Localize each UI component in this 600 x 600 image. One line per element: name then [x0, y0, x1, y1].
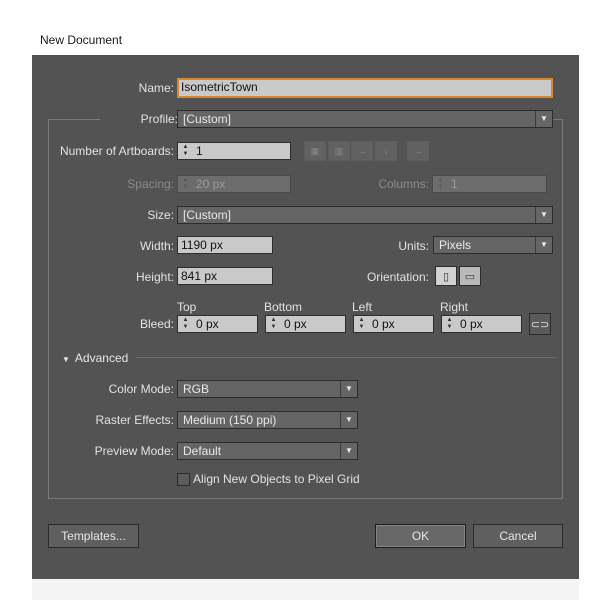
raster-effects-dropdown[interactable]: Medium (150 ppi) ▼ [177, 411, 358, 429]
bleed-bottom-value: 0 px [284, 317, 307, 331]
color-mode-label: Color Mode: [108, 382, 174, 396]
name-input[interactable]: IsometricTown [177, 78, 553, 98]
units-dropdown[interactable]: Pixels ▼ [433, 236, 553, 254]
bleed-top-value: 0 px [196, 317, 219, 331]
chevron-down-icon: ▼ [535, 111, 552, 127]
preview-mode-label: Preview Mode: [94, 444, 174, 458]
landscape-orientation-icon[interactable]: ▭ [459, 266, 481, 286]
name-label: Name: [138, 81, 174, 95]
spacing-input: ▲ ▼ 20 px [177, 175, 291, 193]
bleed-right-label: Right [440, 300, 469, 314]
advanced-label: Advanced [74, 351, 129, 365]
raster-effects-value: Medium (150 ppi) [183, 413, 277, 427]
profile-label: Profile: [100, 112, 178, 126]
window-title: New Document [40, 33, 123, 47]
portrait-orientation-icon[interactable]: ▯ [435, 266, 457, 286]
artboards-stepper-icon[interactable]: ▲ ▼ [178, 143, 193, 159]
preview-mode-value: Default [183, 444, 222, 458]
bleed-left-label: Left [352, 300, 373, 314]
advanced-toggle[interactable]: ▼ Advanced [62, 351, 135, 365]
chevron-down-icon: ▼ [340, 412, 357, 428]
columns-label: Columns: [378, 177, 429, 191]
bleed-left-value: 0 px [372, 317, 395, 331]
advanced-divider [136, 357, 556, 358]
size-label: Size: [147, 208, 174, 222]
pixel-grid-label: Align New Objects to Pixel Grid [193, 472, 360, 486]
color-mode-value: RGB [183, 382, 210, 396]
artboards-label: Number of Artboards: [59, 144, 174, 158]
bleed-label: Bleed: [139, 317, 174, 331]
height-label: Height: [135, 270, 174, 284]
preview-mode-dropdown[interactable]: Default ▼ [177, 442, 358, 460]
link-icon[interactable]: ⊂⊃ [529, 313, 551, 335]
width-label: Width: [139, 239, 174, 253]
artboards-input[interactable]: ▲ ▼ 1 [177, 142, 291, 160]
bleed-left-input[interactable]: ▲ ▼ 0 px [353, 315, 434, 333]
chevron-down-icon: ▼ [535, 237, 552, 253]
units-value: Pixels [439, 238, 472, 252]
bleed-top-input[interactable]: ▲ ▼ 0 px [177, 315, 258, 333]
chevron-down-icon: ▼ [340, 443, 357, 459]
bleed-top-stepper-icon[interactable]: ▲ ▼ [178, 316, 193, 332]
bleed-right-input[interactable]: ▲ ▼ 0 px [441, 315, 522, 333]
chevron-down-icon: ▼ [340, 381, 357, 397]
spacing-label: Spacing: [127, 177, 174, 191]
triangle-down-icon: ▼ [62, 355, 70, 364]
bleed-right-value: 0 px [460, 317, 483, 331]
change-to-rtl-icon[interactable]: → [407, 141, 429, 161]
dialog-bottom-strip [32, 579, 579, 600]
color-mode-dropdown[interactable]: RGB ▼ [177, 380, 358, 398]
size-value: [Custom] [183, 208, 232, 222]
bleed-bottom-input[interactable]: ▲ ▼ 0 px [265, 315, 346, 333]
columns-stepper-icon: ▲ ▼ [437, 177, 444, 190]
bleed-right-stepper-icon[interactable]: ▲ ▼ [442, 316, 457, 332]
chevron-down-icon: ▼ [535, 207, 552, 223]
templates-button[interactable]: Templates... [48, 524, 139, 548]
bleed-bottom-stepper-icon[interactable]: ▲ ▼ [266, 316, 281, 332]
bleed-bottom-label: Bottom [264, 300, 303, 314]
columns-input: ▲ ▼ 1 [432, 175, 547, 193]
units-label: Units: [398, 239, 429, 253]
profile-dropdown[interactable]: [Custom] ▼ [177, 110, 553, 128]
arrange-by-column-icon[interactable]: ↓ [375, 141, 397, 161]
arrange-by-row-icon[interactable]: → [351, 141, 373, 161]
orientation-label: Orientation: [366, 270, 429, 284]
size-dropdown[interactable]: [Custom] ▼ [177, 206, 553, 224]
grid-by-column-icon[interactable]: ▥ [328, 141, 350, 161]
cancel-button[interactable]: Cancel [473, 524, 563, 548]
pixel-grid-checkbox[interactable] [177, 473, 190, 486]
bleed-left-stepper-icon[interactable]: ▲ ▼ [354, 316, 369, 332]
bleed-top-label: Top [177, 300, 197, 314]
ok-button[interactable]: OK [375, 524, 466, 548]
raster-effects-label: Raster Effects: [95, 413, 174, 427]
spacing-stepper-icon: ▲ ▼ [182, 177, 189, 190]
grid-by-row-icon[interactable]: ▦ [304, 141, 326, 161]
spacing-value: 20 px [196, 177, 226, 191]
width-input[interactable]: 1190 px [177, 236, 273, 254]
height-input[interactable]: 841 px [177, 267, 273, 285]
columns-value: 1 [451, 177, 458, 191]
artboards-value: 1 [196, 144, 203, 158]
profile-value: [Custom] [183, 112, 232, 126]
